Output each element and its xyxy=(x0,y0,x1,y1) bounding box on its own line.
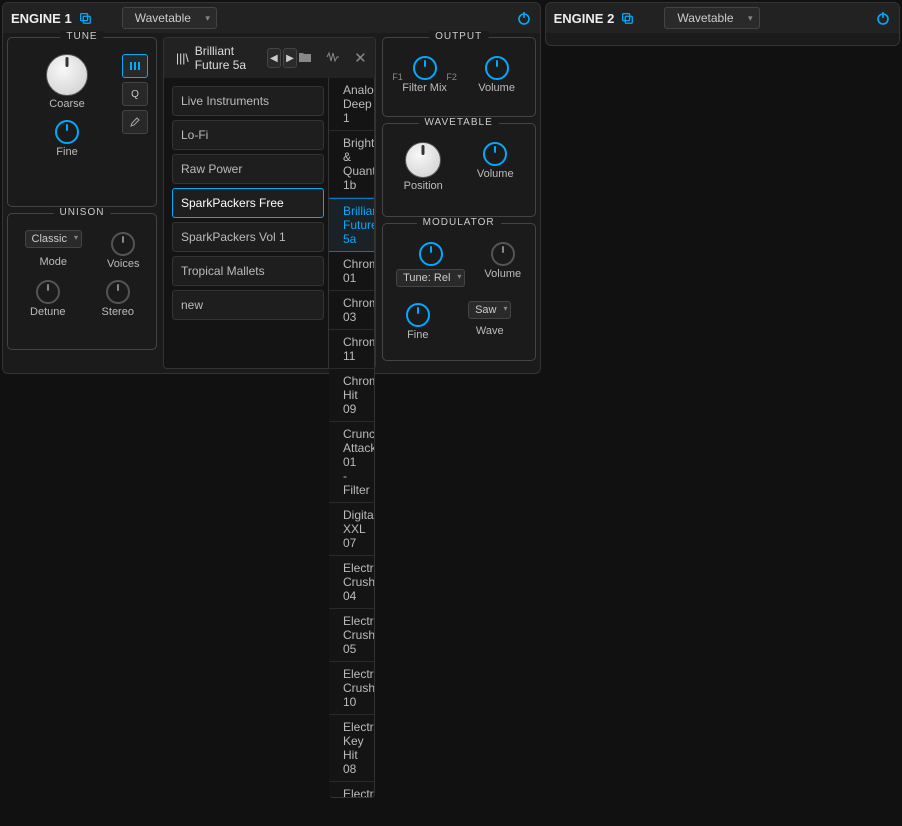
modulator-wave-dropdown[interactable]: Saw xyxy=(468,301,511,319)
engine-1-panel: ENGINE 1 Wavetable TUNE Coarse xyxy=(2,2,541,374)
wavetable-position-knob[interactable] xyxy=(405,142,441,178)
output-title: OUTPUT xyxy=(429,31,488,42)
wavetable-position-label: Position xyxy=(404,180,443,192)
preset-item[interactable]: Brilliant Future 5a xyxy=(329,198,374,252)
wavetable-title: WAVETABLE xyxy=(418,117,498,128)
engine-2-panel: ENGINE 2 Wavetable xyxy=(545,2,900,46)
category-item[interactable]: Tropical Mallets xyxy=(172,256,324,286)
category-item[interactable]: Live Instruments xyxy=(172,86,324,116)
unison-voices-knob[interactable] xyxy=(111,232,135,256)
output-volume-knob[interactable] xyxy=(485,56,509,80)
engine-1-power-button[interactable] xyxy=(516,10,532,26)
preset-item[interactable]: Electric Key Mashup 05 xyxy=(329,782,374,798)
preset-list[interactable]: Analog Deep 1Bright & Quantized 1bBrilli… xyxy=(329,78,375,798)
coarse-knob[interactable] xyxy=(46,54,88,96)
engine-1-type-dropdown[interactable]: Wavetable xyxy=(122,7,217,29)
preset-item[interactable]: Analog Deep 1 xyxy=(329,78,374,131)
preset-item[interactable]: Electric Crush 04 xyxy=(329,556,374,609)
category-item[interactable]: new xyxy=(172,290,324,320)
unison-section: UNISON Classic Mode Voices Detune xyxy=(7,213,157,350)
prev-preset-button[interactable]: ◀ xyxy=(267,48,281,68)
tune-section: TUNE Coarse Fine xyxy=(7,37,157,207)
engine-2-power-button[interactable] xyxy=(875,10,891,26)
modulator-volume-label: Volume xyxy=(484,268,521,280)
preset-item[interactable]: Chroma 03 xyxy=(329,291,374,330)
unison-mode-label: Mode xyxy=(25,256,82,268)
unison-detune-knob[interactable] xyxy=(36,280,60,304)
engine-1-type-label: Wavetable xyxy=(135,11,191,25)
next-preset-button[interactable]: ▶ xyxy=(283,48,297,68)
filter-mix-knob[interactable] xyxy=(413,56,437,80)
wavetable-volume-label: Volume xyxy=(477,168,514,180)
breadcrumb-root: |||\ xyxy=(176,51,189,65)
breadcrumb-current: Brilliant Future 5a xyxy=(195,44,253,72)
wavetable-section: WAVETABLE Position Volume xyxy=(382,123,536,217)
engine-1-title: ENGINE 1 xyxy=(11,11,72,26)
copy-icon[interactable] xyxy=(78,11,92,25)
modulator-wave-label: Wave xyxy=(468,325,511,337)
coarse-label: Coarse xyxy=(12,98,122,110)
category-item[interactable]: Lo-Fi xyxy=(172,120,324,150)
unison-title: UNISON xyxy=(54,207,111,218)
output-volume-label: Volume xyxy=(478,82,515,94)
tune-q-button[interactable]: Q xyxy=(122,82,148,106)
preset-item[interactable]: Electric Crush 10 xyxy=(329,662,374,715)
unison-voices-label: Voices xyxy=(107,258,139,270)
copy-icon[interactable] xyxy=(620,11,634,25)
engine-2-title: ENGINE 2 xyxy=(554,11,615,26)
preset-item[interactable]: Electric Key Hit 08 xyxy=(329,715,374,782)
modulator-volume-knob[interactable] xyxy=(491,242,515,266)
unison-mode-dropdown[interactable]: Classic xyxy=(25,230,82,248)
unison-detune-label: Detune xyxy=(30,306,65,318)
preset-item[interactable]: Crunch Attack 01 - Filter xyxy=(329,422,374,503)
wavetable-volume-knob[interactable] xyxy=(483,142,507,166)
f1-label: F1 xyxy=(392,72,403,82)
waveform-icon[interactable] xyxy=(326,51,340,66)
modulator-fine-knob[interactable] xyxy=(406,303,430,327)
modulator-tune-dropdown[interactable]: Tune: Rel xyxy=(396,269,465,287)
modulator-fine-label: Fine xyxy=(406,329,430,341)
breadcrumb[interactable]: |||\ Brilliant Future 5a xyxy=(176,44,252,72)
preset-item[interactable]: Digital XXL 07 xyxy=(329,503,374,556)
modulator-section: MODULATOR Tune: Rel Volume xyxy=(382,223,536,361)
category-item[interactable]: SparkPackers Free xyxy=(172,188,324,218)
engine-2-type-dropdown[interactable]: Wavetable xyxy=(664,7,759,29)
folder-icon[interactable] xyxy=(298,51,312,66)
preset-browser: |||\ Brilliant Future 5a ◀ ▶ ✕ xyxy=(163,37,376,369)
tune-pencil-button[interactable] xyxy=(122,110,148,134)
f2-label: F2 xyxy=(446,72,457,82)
modulator-title: MODULATOR xyxy=(417,217,501,228)
category-list: Live Instruments Lo-Fi Raw Power SparkPacke… xyxy=(164,78,328,368)
close-icon[interactable]: ✕ xyxy=(354,49,367,67)
engine-2-type-label: Wavetable xyxy=(677,11,733,25)
fine-label: Fine xyxy=(12,146,122,158)
preset-item[interactable]: Chromatic Hit 09 xyxy=(329,369,374,422)
tune-bars-button[interactable] xyxy=(122,54,148,78)
preset-item[interactable]: Chroma 11 xyxy=(329,330,374,369)
fine-knob[interactable] xyxy=(55,120,79,144)
preset-item[interactable]: Electric Crush 05 xyxy=(329,609,374,662)
category-item[interactable]: SparkPackers Vol 1 xyxy=(172,222,324,252)
tune-title: TUNE xyxy=(60,31,103,42)
modulator-tune-knob[interactable] xyxy=(419,242,443,266)
preset-item[interactable]: Bright & Quantized 1b xyxy=(329,131,374,198)
unison-stereo-label: Stereo xyxy=(102,306,134,318)
output-section: OUTPUT F1 F2 Filter Mix Volume xyxy=(382,37,536,117)
preset-item[interactable]: Chroma 01 xyxy=(329,252,374,291)
category-item[interactable]: Raw Power xyxy=(172,154,324,184)
unison-stereo-knob[interactable] xyxy=(106,280,130,304)
filter-mix-label: Filter Mix xyxy=(402,82,447,94)
